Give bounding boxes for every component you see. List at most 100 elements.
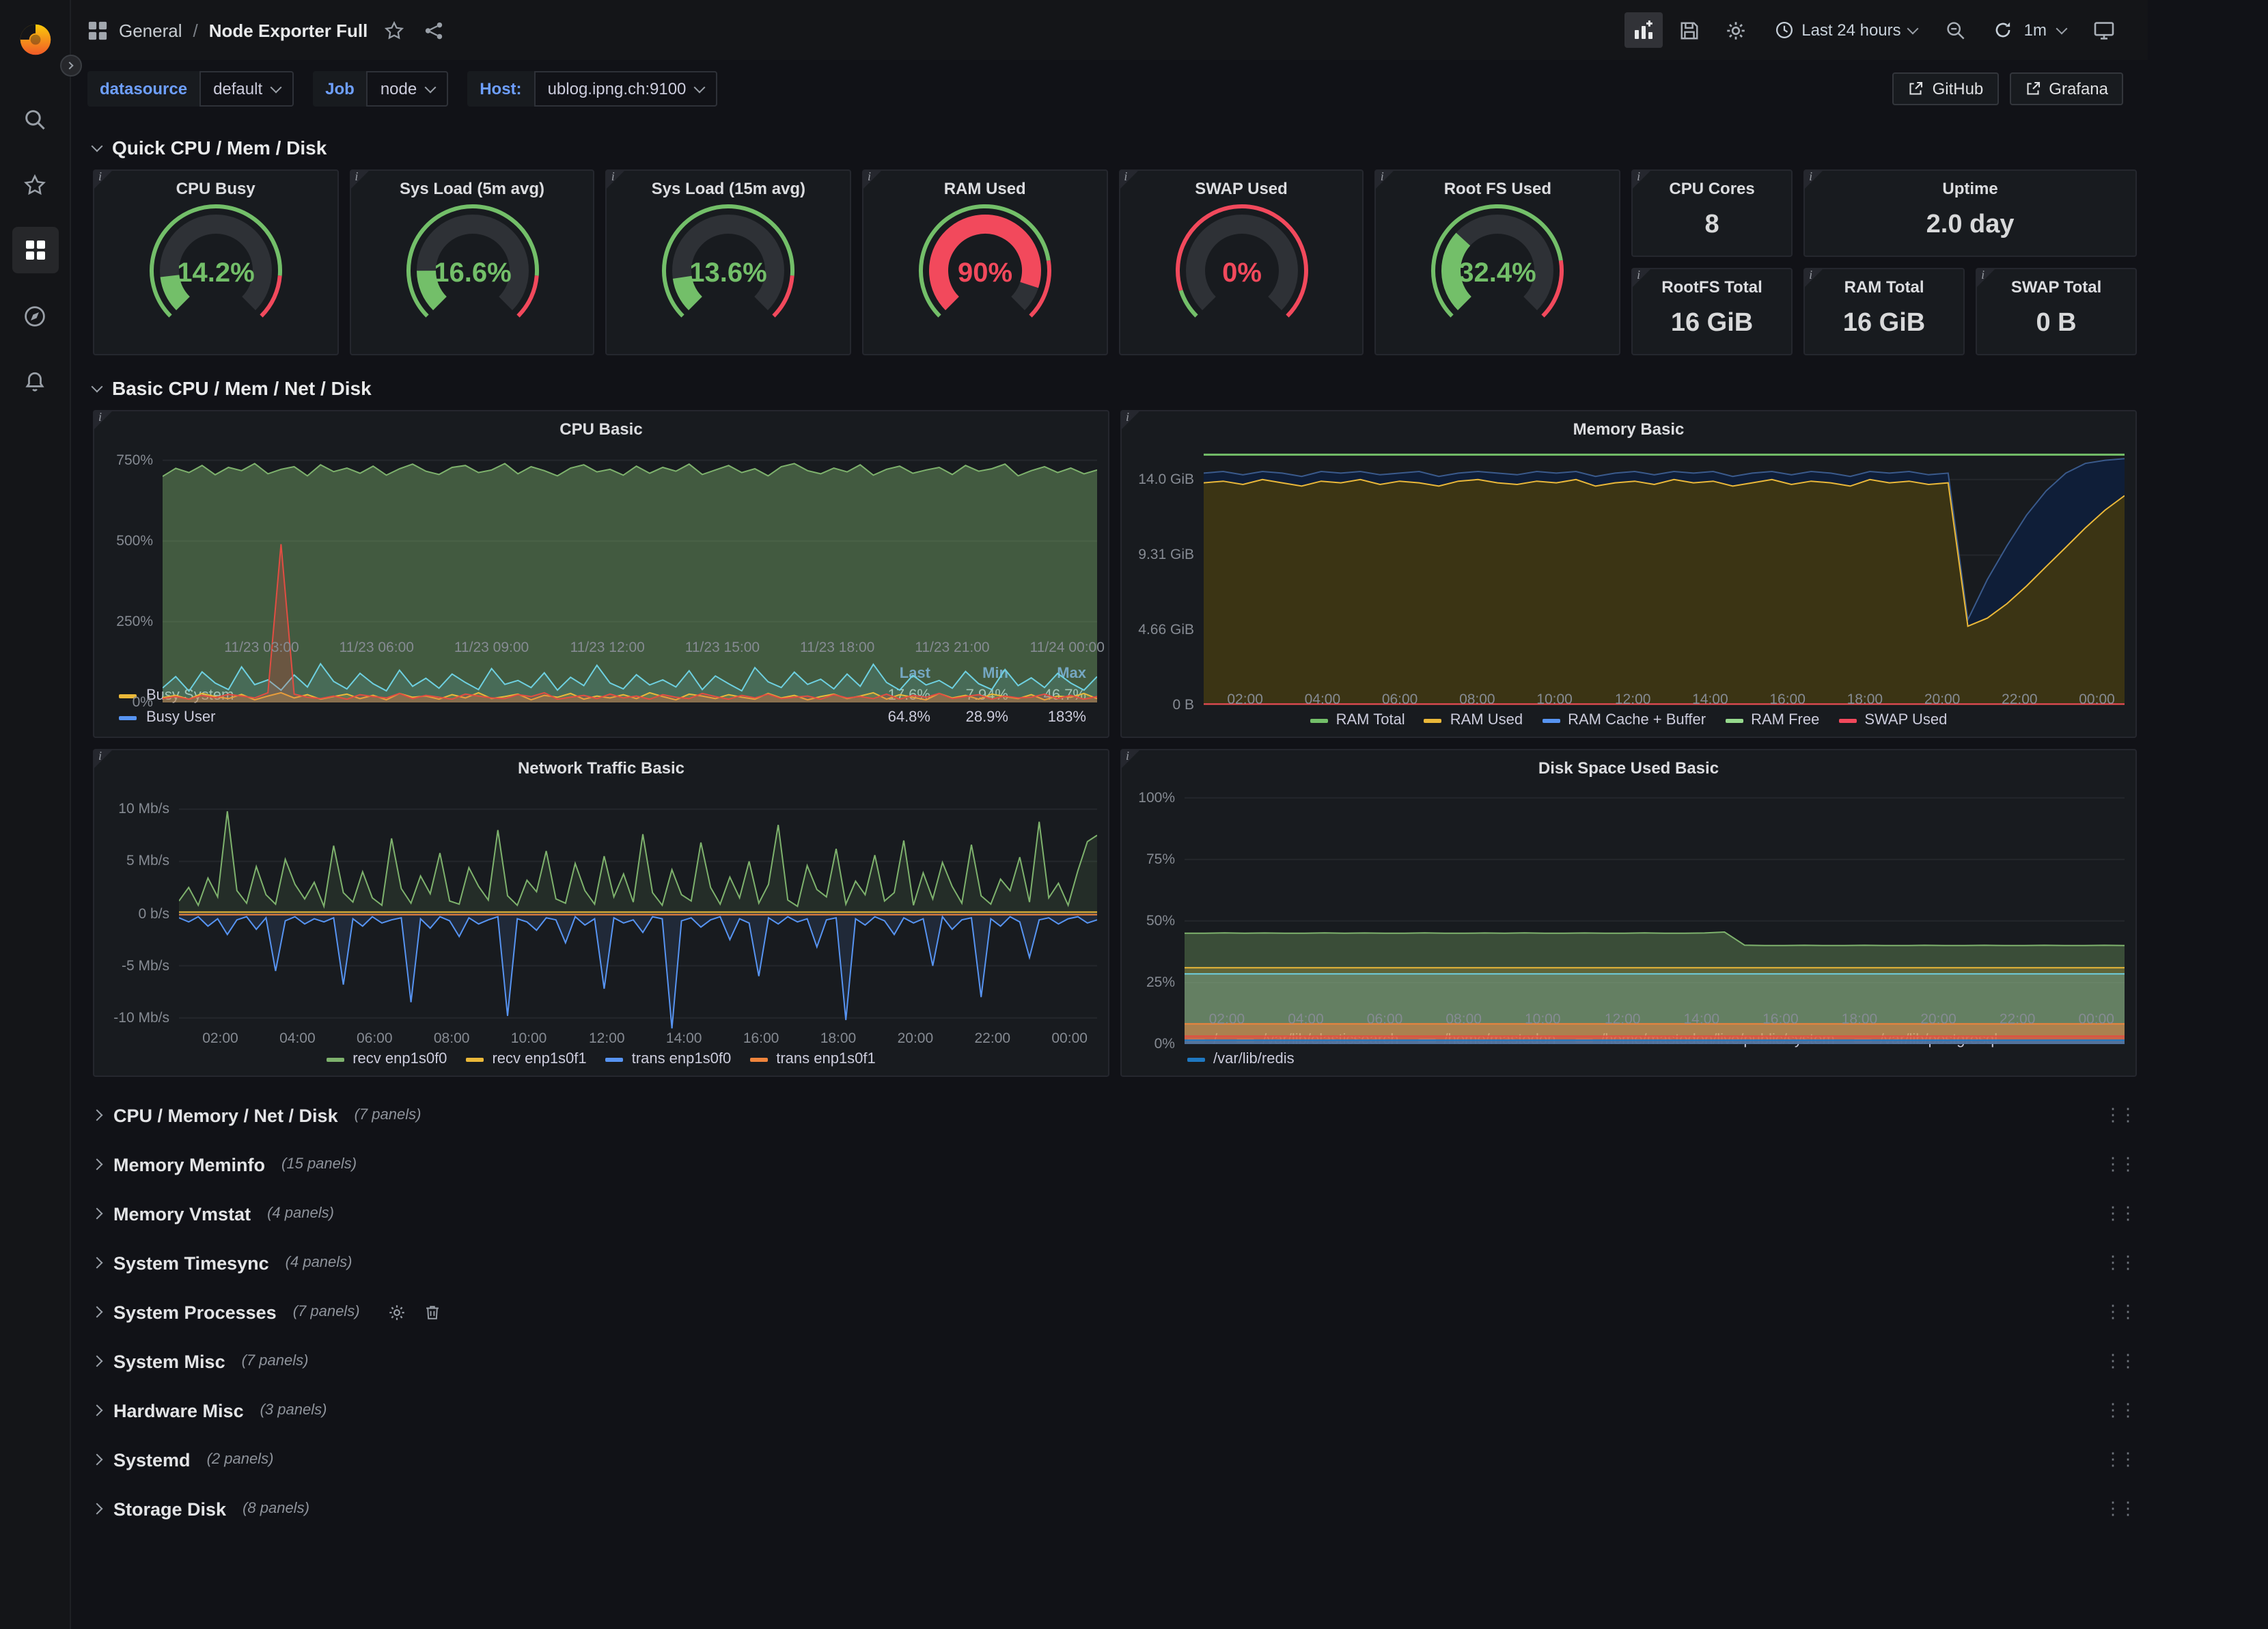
legend-row[interactable]: Busy User64.8%28.9%183% <box>119 707 1086 728</box>
starred-icon[interactable] <box>12 161 58 208</box>
row-system-timesync[interactable]: System Timesync (4 panels) ⋮⋮ <box>93 1238 2137 1287</box>
row-system-misc[interactable]: System Misc (7 panels) ⋮⋮ <box>93 1337 2137 1386</box>
panel-info-icon[interactable] <box>607 171 625 189</box>
panel-root-fs-used[interactable]: i Root FS Used 32.4% <box>1375 169 1620 355</box>
cpu-basic-plot[interactable] <box>163 444 1097 637</box>
network-traffic-plot[interactable] <box>179 783 1097 1028</box>
panel-ram-total[interactable]: i RAM Total 16 GiB <box>1803 268 1965 355</box>
alerting-bell-icon[interactable] <box>12 358 58 405</box>
sidebar-expand-button[interactable] <box>60 55 82 77</box>
panel-info-icon[interactable] <box>1633 171 1650 189</box>
row-drag-handle[interactable]: ⋮⋮ <box>2104 1203 2134 1224</box>
panel-sys-load-5m[interactable]: i Sys Load (5m avg) 16.6% <box>349 169 594 355</box>
add-panel-button[interactable] <box>1624 12 1662 48</box>
panel-memory-basic[interactable]: i Memory Basic 0 B4.66 GiB9.31 GiB14.0 G… <box>1120 410 2137 738</box>
row-drag-handle[interactable]: ⋮⋮ <box>2104 1153 2134 1175</box>
panel-info-icon[interactable] <box>350 171 368 189</box>
search-icon[interactable] <box>12 96 58 142</box>
explore-compass-icon[interactable] <box>12 292 58 339</box>
row-delete-trash-icon[interactable] <box>424 1303 442 1321</box>
panel-info-icon[interactable] <box>863 171 881 189</box>
legend-item[interactable]: /var/lib/redis <box>1187 1051 1295 1067</box>
share-icon[interactable] <box>424 20 444 40</box>
row-drag-handle[interactable]: ⋮⋮ <box>2104 1498 2134 1520</box>
panel-info-icon[interactable] <box>1377 171 1394 189</box>
row-settings-gear-icon[interactable] <box>389 1303 406 1321</box>
row-memory-meminfo[interactable]: Memory Meminfo (15 panels) ⋮⋮ <box>93 1140 2137 1189</box>
uptime-value: 2.0 day <box>1926 210 2015 241</box>
row-cpu-memory-net-disk[interactable]: CPU / Memory / Net / Disk (7 panels) ⋮⋮ <box>93 1091 2137 1140</box>
row-drag-handle[interactable]: ⋮⋮ <box>2104 1301 2134 1323</box>
grafana-logo[interactable] <box>12 16 58 63</box>
memory-basic-plot[interactable] <box>1204 444 2125 689</box>
time-range-picker[interactable]: Last 24 hours <box>1763 15 1928 45</box>
zoom-out-button[interactable] <box>1937 12 1975 48</box>
panel-swap-total[interactable]: i SWAP Total 0 B <box>1976 268 2137 355</box>
row-hardware-misc[interactable]: Hardware Misc (3 panels) ⋮⋮ <box>93 1386 2137 1435</box>
disk-space-plot[interactable] <box>1185 783 2125 1009</box>
legend-item[interactable]: trans enp1s0f0 <box>606 1051 732 1067</box>
row-drag-handle[interactable]: ⋮⋮ <box>2104 1449 2134 1470</box>
host-select[interactable]: ublog.ipng.ch:9100 <box>534 71 718 107</box>
legend-item[interactable]: RAM Cache + Buffer <box>1542 712 1706 728</box>
panel-disk-space-used-basic[interactable]: i Disk Space Used Basic 0%25%50%75%100% … <box>1120 749 2137 1077</box>
panel-ram-used[interactable]: i RAM Used 90% <box>862 169 1107 355</box>
job-select[interactable]: node <box>367 71 448 107</box>
row-drag-handle[interactable]: ⋮⋮ <box>2104 1252 2134 1274</box>
panel-info-icon[interactable] <box>1805 171 1823 189</box>
row-storage-disk[interactable]: Storage Disk (8 panels) ⋮⋮ <box>93 1484 2137 1533</box>
row-drag-handle[interactable]: ⋮⋮ <box>2104 1104 2134 1126</box>
github-link-button[interactable]: GitHub <box>1893 72 1999 105</box>
panel-cpu-basic[interactable]: i CPU Basic 0%250%500%750% 11/23 03:0011… <box>93 410 1109 738</box>
kiosk-mode-button[interactable] <box>2085 12 2123 48</box>
panel-info-icon[interactable] <box>94 411 112 429</box>
panel-network-traffic-basic[interactable]: i Network Traffic Basic 10 Mb/s5 Mb/s0 b… <box>93 749 1109 1077</box>
panel-info-icon[interactable] <box>1122 750 1139 768</box>
star-icon[interactable] <box>384 20 404 40</box>
panel-info-icon[interactable] <box>1805 269 1823 287</box>
section-title: Quick CPU / Mem / Disk <box>112 137 327 159</box>
x-axis-label: 06:00 <box>1367 1011 1403 1028</box>
grafana-link-button[interactable]: Grafana <box>2009 72 2123 105</box>
row-memory-vmstat[interactable]: Memory Vmstat (4 panels) ⋮⋮ <box>93 1189 2137 1238</box>
datasource-select[interactable]: default <box>199 71 294 107</box>
row-drag-handle[interactable]: ⋮⋮ <box>2104 1350 2134 1372</box>
x-axis-label: 11/23 03:00 <box>224 640 299 656</box>
legend-item[interactable]: RAM Free <box>1725 712 1819 728</box>
legend-value: 28.9% <box>930 709 1008 726</box>
panel-info-icon[interactable] <box>1977 269 1995 287</box>
dashboards-icon[interactable] <box>12 227 58 273</box>
legend-item[interactable]: trans enp1s0f1 <box>750 1051 876 1067</box>
panel-swap-used[interactable]: i SWAP Used 0% <box>1118 169 1364 355</box>
panel-sys-load-15m[interactable]: i Sys Load (15m avg) 13.6% <box>606 169 851 355</box>
legend-item[interactable]: recv enp1s0f1 <box>466 1051 586 1067</box>
legend-item[interactable]: SWAP Used <box>1838 712 1947 728</box>
legend-item[interactable]: RAM Total <box>1310 712 1405 728</box>
panel-cpu-busy[interactable]: i CPU Busy 14.2% <box>93 169 338 355</box>
legend-item[interactable]: recv enp1s0f0 <box>327 1051 447 1067</box>
panel-rootfs-total[interactable]: i RootFS Total 16 GiB <box>1631 268 1793 355</box>
dashboard-title[interactable]: Node Exporter Full <box>209 20 368 40</box>
dashboard-settings-button[interactable] <box>1717 12 1755 48</box>
x-axis-label: 20:00 <box>1924 692 1961 708</box>
panel-info-icon[interactable] <box>94 750 112 768</box>
panel-info-icon[interactable] <box>94 171 112 189</box>
section-basic-cpu-mem-net-disk[interactable]: Basic CPU / Mem / Net / Disk <box>93 377 2137 399</box>
quick-panels-row: i CPU Busy 14.2% i Sys Load (5m avg) 16.… <box>93 169 2137 355</box>
row-drag-handle[interactable]: ⋮⋮ <box>2104 1399 2134 1421</box>
panel-info-icon[interactable] <box>1633 269 1650 287</box>
network-traffic-legend: recv enp1s0f0 recv enp1s0f1 trans enp1s0f0… <box>105 1048 1097 1067</box>
panel-cpu-cores[interactable]: i CPU Cores 8 <box>1631 169 1793 257</box>
save-dashboard-button[interactable] <box>1670 12 1709 48</box>
row-system-processes[interactable]: System Processes (7 panels) <box>93 1287 2137 1337</box>
refresh-button[interactable]: 1m <box>1983 15 2077 45</box>
swap-used-gauge: 0% <box>1139 201 1344 338</box>
section-quick-cpu-mem-disk[interactable]: Quick CPU / Mem / Disk <box>93 137 2137 159</box>
panel-info-icon[interactable] <box>1120 171 1137 189</box>
legend-item[interactable]: RAM Used <box>1424 712 1523 728</box>
panel-info-icon[interactable] <box>1122 411 1139 429</box>
y-axis-label: 50% <box>1146 913 1175 929</box>
row-systemd[interactable]: Systemd (2 panels) ⋮⋮ <box>93 1435 2137 1484</box>
breadcrumb-section[interactable]: General <box>119 20 182 40</box>
panel-uptime[interactable]: i Uptime 2.0 day <box>1803 169 2137 257</box>
